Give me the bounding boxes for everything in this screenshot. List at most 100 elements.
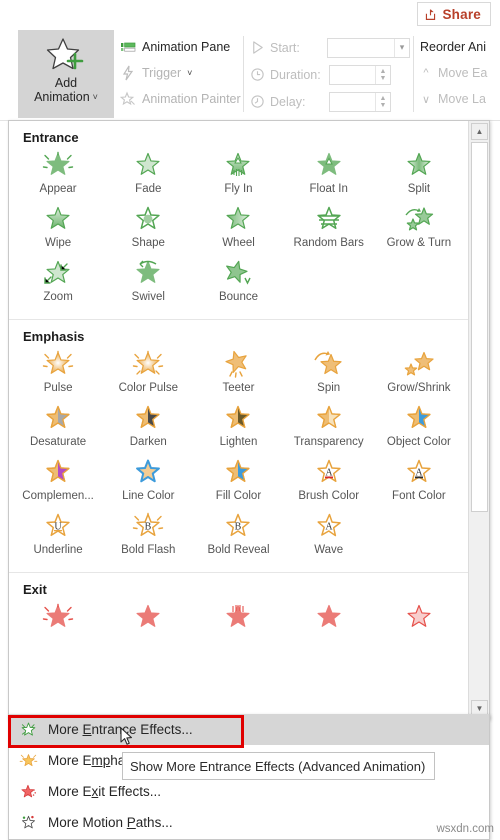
star-split-icon [407, 152, 431, 175]
delay-spinner[interactable]: ▲ ▼ [329, 91, 391, 112]
gallery-scrollbar[interactable]: ▲ ▼ [468, 121, 489, 719]
animation-pane-label: Animation Pane [142, 40, 231, 54]
star-exit-split-icon [407, 604, 431, 627]
star-teeter-icon [225, 350, 248, 378]
animation-pane-button[interactable]: Animation Pane [120, 34, 236, 60]
clock-icon [251, 68, 264, 81]
effect-label: Zoom [43, 291, 73, 303]
menu-label-pre: More [48, 722, 83, 737]
effect-item[interactable]: Fill Color [193, 456, 283, 510]
menu-item-3[interactable]: More Motion Paths... [9, 807, 489, 838]
effect-item[interactable]: Zoom [13, 257, 103, 311]
star-flyin-icon [226, 152, 251, 176]
share-icon [426, 8, 436, 20]
effect-label: Transparency [293, 436, 364, 448]
effect-item[interactable] [103, 601, 193, 655]
effect-item[interactable]: B Bold Flash [103, 510, 193, 564]
effect-label: Fly In [224, 183, 253, 195]
effect-item[interactable]: Line Color [103, 456, 193, 510]
effect-item[interactable]: Grow & Turn [374, 203, 464, 257]
star-bounce-icon [226, 260, 252, 285]
effect-item[interactable]: Wipe [13, 203, 103, 257]
effect-item[interactable]: Complemen... [13, 456, 103, 510]
effect-label: Pulse [43, 382, 73, 394]
effect-item[interactable]: Split [374, 149, 464, 203]
trigger-button[interactable]: Trigger ˅ [120, 60, 236, 86]
menu-item-label: More Exit Effects... [48, 784, 161, 799]
move-later-button[interactable]: ∨ Move La [420, 86, 500, 112]
effect-item[interactable]: Teeter [193, 348, 283, 402]
effect-item[interactable]: Appear [13, 149, 103, 203]
effect-item[interactable] [374, 601, 464, 655]
timing-group: Start: ▾ Duration: ▲ ▼ Delay: ▲ ▼ [250, 34, 410, 115]
chevron-down-icon[interactable]: ˅ [187, 68, 192, 78]
effect-item[interactable]: Object Color [374, 402, 464, 456]
effect-item[interactable]: Grow/Shrink [374, 348, 464, 402]
effect-item[interactable]: Swivel [103, 257, 193, 311]
star-brushcolor-icon: A [316, 459, 341, 483]
add-animation-button[interactable]: Add Animation ˅ [18, 30, 114, 118]
effect-item[interactable]: A Font Color [374, 456, 464, 510]
menu-label-accel: mp [91, 753, 111, 768]
animation-painter-button[interactable]: Animation Painter [120, 86, 241, 112]
menu-item-0[interactable]: More Entrance Effects... [9, 714, 489, 745]
effect-item[interactable]: Fly In [193, 149, 283, 203]
effect-label: Grow/Shrink [387, 382, 451, 394]
effect-item[interactable]: Bounce [193, 257, 283, 311]
effect-label: Bounce [218, 291, 258, 303]
effect-item[interactable]: Color Pulse [103, 348, 193, 402]
effect-item[interactable]: A Wave [284, 510, 374, 564]
animation-gallery-dropdown[interactable]: Entrance Appear Fade Fly In Float In Split Wip… [8, 120, 490, 720]
scrollbar-thumb[interactable] [471, 142, 488, 512]
effects-grid [9, 601, 468, 663]
star-shape-icon [136, 206, 160, 230]
menu-label-pre: More E [48, 784, 92, 799]
star-exit-icon [21, 784, 36, 797]
effect-item[interactable]: Float In [284, 149, 374, 203]
move-earlier-button[interactable]: ^ Move Ea [420, 60, 500, 86]
menu-item-2[interactable]: More Exit Effects... [9, 776, 489, 807]
effect-label: Split [407, 183, 431, 195]
menu-label-accel: E [82, 722, 92, 737]
spinner-arrows-icon[interactable]: ▲ ▼ [375, 92, 390, 111]
spinner-arrows-icon[interactable]: ▲ ▼ [375, 65, 390, 84]
effect-item[interactable] [284, 601, 374, 655]
effect-item[interactable]: Pulse [13, 348, 103, 402]
effect-label: Complemen... [22, 490, 94, 502]
star-exit-flyout-icon [226, 604, 251, 627]
effect-label: Wipe [44, 237, 72, 249]
effect-item[interactable]: Desaturate [13, 402, 103, 456]
menu-label-pre: More E [48, 753, 92, 768]
effect-item[interactable]: Darken [103, 402, 193, 456]
star-motionpath-icon [21, 815, 36, 828]
effect-item[interactable] [13, 601, 103, 655]
effect-item[interactable]: Random Bars [284, 203, 374, 257]
star-wheel-icon [226, 206, 251, 229]
chevron-down-icon[interactable]: ˅ [93, 90, 98, 104]
effect-item[interactable]: A Brush Color [284, 456, 374, 510]
effect-label: Appear [39, 183, 77, 195]
effect-item[interactable] [193, 601, 283, 655]
effect-item[interactable]: Shape [103, 203, 193, 257]
start-row: Start: ▾ [250, 34, 410, 61]
menu-item-label: More Motion Paths... [48, 815, 173, 830]
effect-item[interactable]: B Bold Reveal [193, 510, 283, 564]
share-button[interactable]: Share [417, 2, 491, 26]
effect-item[interactable]: U Underline [13, 510, 103, 564]
effect-label: Bold Reveal [207, 544, 270, 556]
duration-spinner[interactable]: ▲ ▼ [329, 64, 391, 85]
chevron-down-icon[interactable]: ▾ [394, 38, 409, 57]
add-animation-label-line1: Add [54, 76, 78, 90]
effect-item[interactable]: Lighten [193, 402, 283, 456]
duration-row: Duration: ▲ ▼ [250, 61, 410, 88]
effect-item[interactable]: Transparency [284, 402, 374, 456]
star-fillcolor-icon [226, 459, 251, 482]
start-combobox[interactable]: ▾ [327, 37, 410, 58]
scroll-up-button[interactable]: ▲ [471, 123, 488, 140]
effect-item[interactable]: Wheel [193, 203, 283, 257]
star-pulse-icon [42, 350, 74, 374]
effect-label: Color Pulse [118, 382, 179, 394]
effect-item[interactable]: Spin [284, 348, 374, 402]
effect-item[interactable]: Fade [103, 149, 193, 203]
delay-label: Delay: [270, 94, 306, 109]
